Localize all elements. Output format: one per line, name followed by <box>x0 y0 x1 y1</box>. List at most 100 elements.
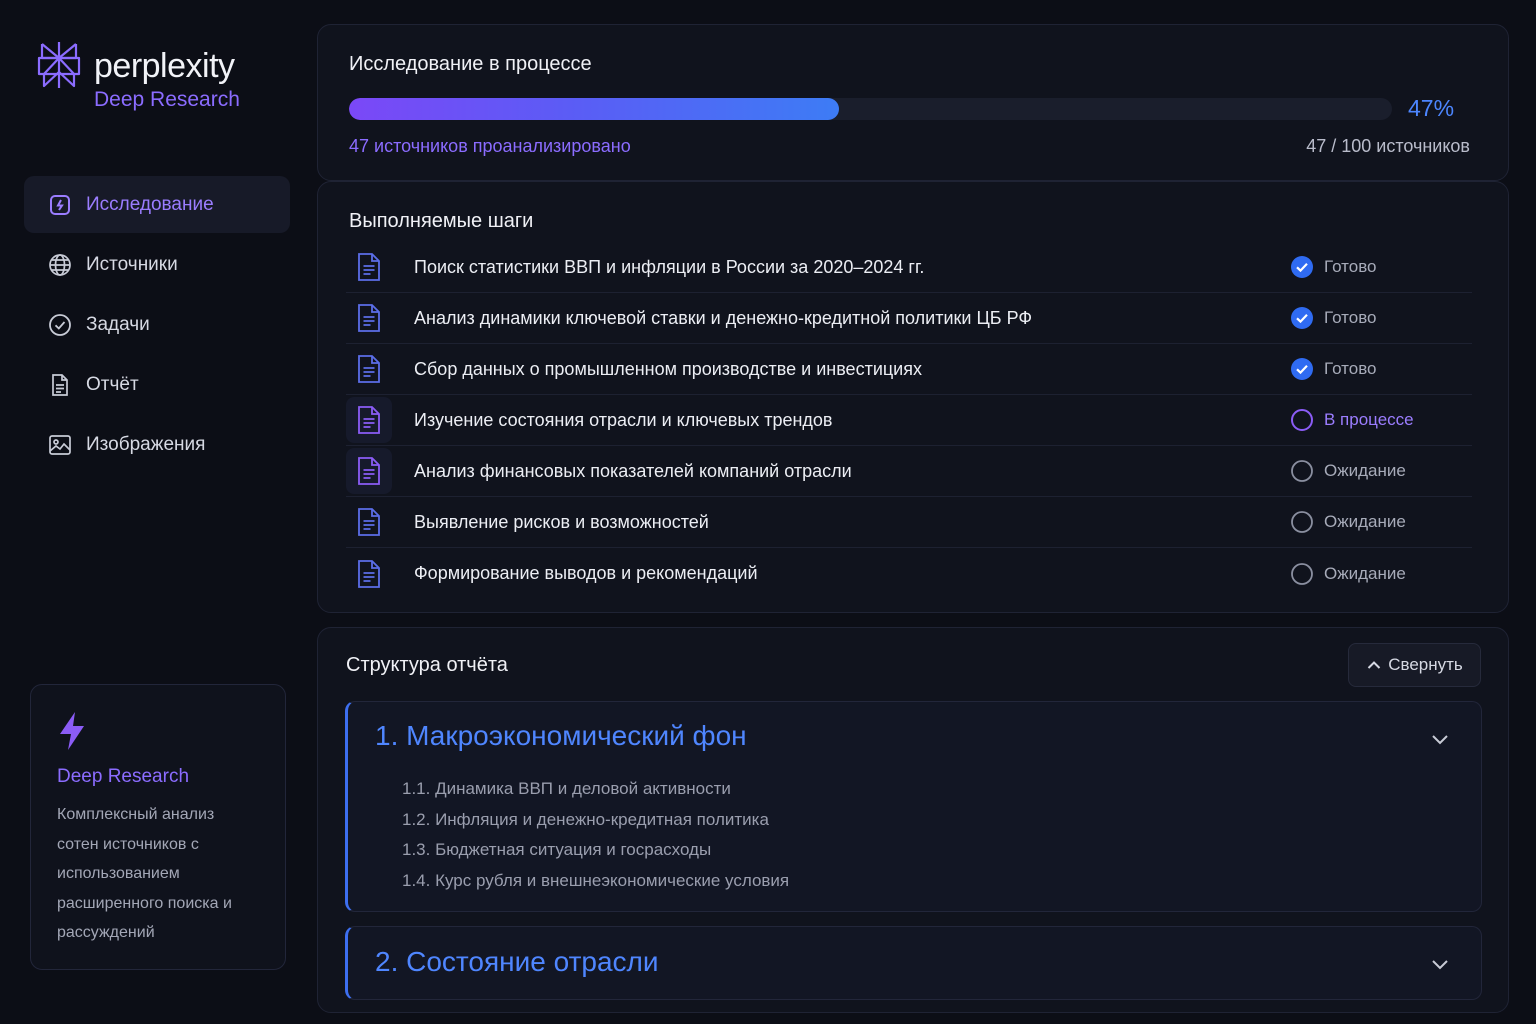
app-root: perplexity Deep Research Исследование Ис… <box>0 0 1536 1024</box>
report-structure-card: Структура отчёта Свернуть 1. Макроэконом… <box>317 627 1509 1013</box>
step-row[interactable]: Сбор данных о промышленном производстве … <box>346 344 1472 395</box>
step-icon <box>346 346 392 392</box>
step-status: Ожидание <box>1290 562 1472 586</box>
chevron-up-icon <box>1368 661 1381 669</box>
check-circle-filled-icon <box>1291 358 1313 380</box>
sidebar-item-report[interactable]: Отчёт <box>24 356 290 413</box>
promo-title: Deep Research <box>57 766 190 787</box>
subsection-item[interactable]: 1.2. Инфляция и денежно-кредитная полити… <box>402 805 789 836</box>
subsection-item[interactable]: 1.4. Курс рубля и внешнеэкономические ус… <box>402 866 789 897</box>
report-section[interactable]: 1. Макроэкономический фон 1.1. Динамика … <box>345 701 1482 912</box>
subsection-list: 1.1. Динамика ВВП и деловой активности 1… <box>402 774 789 896</box>
document-icon <box>358 304 380 332</box>
chevron-down-icon[interactable] <box>1429 953 1451 975</box>
document-icon <box>358 355 380 383</box>
perplexity-logo-icon <box>37 42 81 88</box>
logo: perplexity Deep Research <box>36 40 240 112</box>
step-status-label: Готово <box>1324 308 1377 327</box>
step-status: Готово <box>1290 255 1472 279</box>
step-row[interactable]: Выявление рисков и возможностей Ожидание <box>346 497 1472 548</box>
deep-research-promo: Deep Research Комплексный анализ сотен и… <box>30 684 286 970</box>
sources-count: 47 / 100 источников <box>1306 136 1470 156</box>
step-icon <box>346 448 392 494</box>
step-text: Сбор данных о промышленном производстве … <box>414 358 922 379</box>
step-row[interactable]: Поиск статистики ВВП и инфляции в России… <box>346 242 1472 293</box>
steps-card: Выполняемые шаги Поиск статистики ВВП и … <box>317 181 1509 613</box>
check-circle-filled-icon <box>1291 256 1313 278</box>
document-icon <box>358 253 380 281</box>
step-text: Поиск статистики ВВП и инфляции в России… <box>414 256 925 277</box>
step-text: Выявление рисков и возможностей <box>414 511 709 532</box>
globe-icon <box>49 253 71 276</box>
step-status: Готово <box>1290 357 1472 381</box>
collapse-label: Свернуть <box>1388 655 1463 674</box>
sidebar-item-research[interactable]: Исследование <box>24 176 290 233</box>
promo-text: Комплексный анализ сотен источников с ис… <box>57 806 232 941</box>
check-circle-filled-icon <box>1291 307 1313 329</box>
step-status: Ожидание <box>1290 510 1472 534</box>
sidebar: perplexity Deep Research Исследование Ис… <box>0 0 310 1024</box>
sources-analyzed: 47 источников проанализировано <box>349 136 631 156</box>
step-status-label: В процессе <box>1324 410 1414 429</box>
sidebar-item-label: Источники <box>86 253 178 275</box>
sidebar-nav: Исследование Источники Задачи Отчёт Изоб… <box>24 176 290 476</box>
brand-product: Deep Research <box>94 88 240 111</box>
sidebar-item-label: Исследование <box>86 193 214 215</box>
collapse-button[interactable]: Свернуть <box>1348 643 1481 687</box>
step-status-label: Ожидание <box>1324 563 1406 583</box>
report-title: Структура отчёта <box>346 654 508 676</box>
progress-bar-fill <box>349 98 840 120</box>
step-status-label: Ожидание <box>1324 512 1406 531</box>
step-row[interactable]: Формирование выводов и рекомендаций Ожида… <box>346 548 1472 599</box>
steps-title: Выполняемые шаги <box>349 210 534 232</box>
step-text: Изучение состояния отрасли и ключевых тр… <box>414 409 833 430</box>
document-icon <box>52 373 68 396</box>
step-icon <box>346 397 392 443</box>
step-text: Анализ финансовых показателей компаний о… <box>414 460 852 481</box>
section-title: 2. Состояние отрасли <box>375 946 659 977</box>
progress-title: Исследование в процессе <box>349 53 592 75</box>
brand-name: perplexity <box>94 47 235 85</box>
step-status-label: Готово <box>1324 359 1377 378</box>
document-icon <box>358 406 380 434</box>
step-icon <box>346 499 392 545</box>
step-status-label: Готово <box>1324 257 1377 276</box>
progress-percent: 47% <box>1408 95 1455 121</box>
step-icon <box>346 244 392 290</box>
step-icon <box>346 551 392 597</box>
progress-bar <box>349 98 1392 120</box>
sidebar-item-label: Отчёт <box>86 373 139 395</box>
step-status: В процессе <box>1290 408 1472 432</box>
chevron-down-icon[interactable] <box>1429 728 1451 750</box>
section-title: 1. Макроэкономический фон <box>375 720 747 751</box>
lightning-icon <box>60 712 84 750</box>
pending-circle-icon <box>1291 562 1313 585</box>
sidebar-item-sources[interactable]: Источники <box>24 236 290 293</box>
sidebar-item-tasks[interactable]: Задачи <box>24 296 290 353</box>
progress-card: Исследование в процессе 47% 47 источнико… <box>317 24 1509 181</box>
check-circle-icon <box>49 313 71 336</box>
report-section[interactable]: 2. Состояние отрасли <box>345 926 1482 1000</box>
pending-circle-icon <box>1291 460 1313 482</box>
sidebar-item-images[interactable]: Изображения <box>24 416 290 473</box>
subsection-item[interactable]: 1.1. Динамика ВВП и деловой активности <box>402 774 789 805</box>
progress-circle-icon <box>1291 409 1313 431</box>
step-status-label: Ожидание <box>1324 461 1406 480</box>
step-row[interactable]: Анализ динамики ключевой ставки и денежн… <box>346 293 1472 344</box>
document-icon <box>358 508 380 536</box>
document-icon <box>358 559 380 588</box>
step-icon <box>346 295 392 341</box>
step-status: Готово <box>1290 306 1472 330</box>
step-row[interactable]: Анализ финансовых показателей компаний о… <box>346 446 1472 497</box>
document-icon <box>358 457 380 485</box>
pending-circle-icon <box>1291 511 1313 533</box>
sidebar-item-label: Задачи <box>86 313 150 335</box>
step-status: Ожидание <box>1290 459 1472 483</box>
step-text: Формирование выводов и рекомендаций <box>414 563 758 583</box>
step-row[interactable]: Изучение состояния отрасли и ключевых тр… <box>346 395 1472 446</box>
subsection-item[interactable]: 1.3. Бюджетная ситуация и госрасходы <box>402 835 789 866</box>
steps-list: Поиск статистики ВВП и инфляции в России… <box>346 242 1472 599</box>
research-icon <box>50 194 70 215</box>
step-text: Анализ динамики ключевой ставки и денежн… <box>414 307 1033 328</box>
sidebar-item-label: Изображения <box>86 433 206 455</box>
